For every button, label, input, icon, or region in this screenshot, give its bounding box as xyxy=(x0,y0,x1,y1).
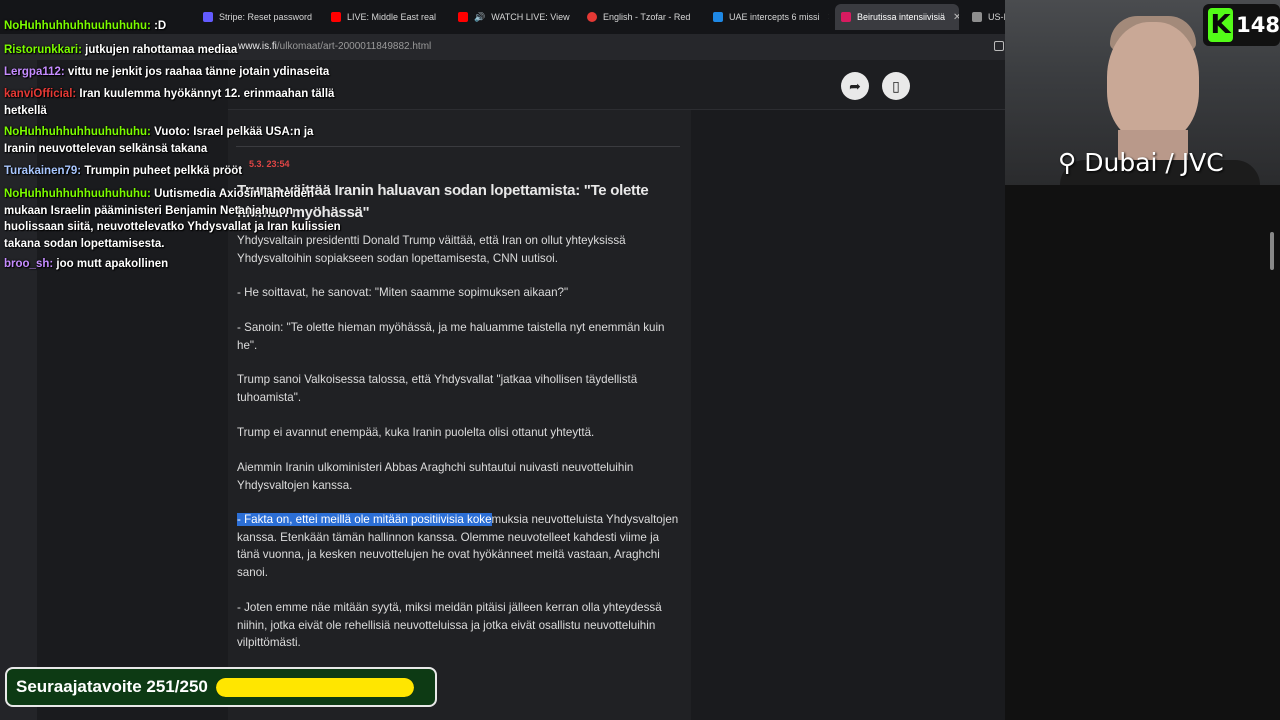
location-label: ⚲ Dubai / JVC xyxy=(1058,148,1224,177)
tzofar-favicon-icon xyxy=(587,12,597,22)
tab-title: English - Tzofar - Red xyxy=(603,12,691,22)
chat-text: joo mutt apakollinen xyxy=(53,258,169,270)
paragraph: Trump sanoi Valkoisessa talossa, että Yh… xyxy=(237,373,638,404)
chat-username[interactable]: NoHuhhuhhuhhuuhuhuhu: xyxy=(4,126,151,138)
kick-logo-icon: K xyxy=(1208,8,1234,42)
follower-goal-bar: Seuraajatavoite 251/250 xyxy=(5,667,437,707)
stream-background xyxy=(1005,185,1280,720)
paragraph: - Sanoin: "Te olette hieman myöhässä, ja… xyxy=(237,321,665,352)
chat-username[interactable]: kanviOfficial: xyxy=(4,88,76,100)
is-favicon-icon xyxy=(841,12,851,22)
paragraph: - He soittavat, he sanovat: "Miten saamm… xyxy=(237,286,569,299)
share-icon: ➦ xyxy=(849,77,861,94)
side-panel xyxy=(0,60,37,720)
tab[interactable]: US-Isr xyxy=(966,4,1005,30)
tab-title: US-Isr xyxy=(988,12,1005,22)
chat-username[interactable]: Ristorunkkari: xyxy=(4,44,82,56)
chat-message: Turakainen79: Trumpin puheet pelkkä pröö… xyxy=(4,163,344,180)
chat-text: :D xyxy=(150,20,167,32)
chat-message: Ristorunkkari: jutkujen rahottamaa media… xyxy=(4,42,344,59)
paragraph-highlighted: - Fakta on, ettei meillä ole mitään posi… xyxy=(237,511,682,581)
paragraph: Trump ei avannut enempää, kuka Iranin pu… xyxy=(237,426,595,439)
paragraph-text: - Fakta on, ettei meillä ole mitään posi… xyxy=(237,513,678,579)
paragraph: Aiemmin Iranin ulkoministeri Abbas Aragh… xyxy=(237,461,634,492)
goal-progress-fill xyxy=(215,677,414,697)
chat-username[interactable]: Lergpa112: xyxy=(4,66,65,78)
webcam-face xyxy=(1107,22,1199,142)
chat-message: NoHuhhuhhuhhuuhuhuhu: Uutismedia Axiosin… xyxy=(4,186,344,252)
chat-username[interactable]: NoHuhhuhhuhhuuhuhuhu: xyxy=(4,20,151,32)
bookmark-icon: ▯ xyxy=(892,77,900,94)
chat-username[interactable]: NoHuhhuhhuhhuuhuhuhu: xyxy=(4,188,151,200)
news-favicon-icon xyxy=(713,12,723,22)
scrollbar[interactable] xyxy=(1270,232,1274,270)
youtube-favicon-icon xyxy=(458,12,468,22)
viewer-count: 148 xyxy=(1236,13,1280,37)
chat-username[interactable]: Turakainen79: xyxy=(4,165,81,177)
extension-icon[interactable] xyxy=(994,41,1004,51)
share-button[interactable]: ➦ xyxy=(841,72,869,100)
chat-username[interactable]: broo_sh: xyxy=(4,258,53,270)
tab[interactable]: UAE intercepts 6 missi ✕ xyxy=(707,4,829,30)
chat-message: NoHuhhuhhuhhuuhuhuhu: Vuoto: Israel pelk… xyxy=(4,124,344,157)
tab-title: Beirutissa intensiivisiä xyxy=(857,12,946,22)
bookmark-button[interactable]: ▯ xyxy=(882,72,910,100)
stream-frame: Stripe: Reset password ✕ LIVE: Middle Ea… xyxy=(0,0,1280,720)
tab[interactable]: English - Tzofar - Red ✕ xyxy=(581,4,699,30)
tab-title: WATCH LIVE: View xyxy=(491,12,570,22)
news-favicon-icon xyxy=(972,12,982,22)
chat-text: jutkujen rahottamaa mediaa xyxy=(81,44,238,56)
chat-message: broo_sh: joo mutt apakollinen xyxy=(4,256,344,273)
chat-text: vittu ne jenkit jos raahaa tänne jotain … xyxy=(64,66,330,78)
paragraph: - Joten emme näe mitään syytä, miksi mei… xyxy=(237,601,662,649)
close-icon[interactable]: ✕ xyxy=(828,12,829,23)
tab-active[interactable]: Beirutissa intensiivisiä ✕ xyxy=(835,4,959,30)
chat-message: NoHuhhuhhuhhuuhuhuhu: :D xyxy=(4,18,344,35)
chat-message: Lergpa112: vittu ne jenkit jos raahaa tä… xyxy=(4,64,344,81)
close-icon[interactable]: ✕ xyxy=(698,12,699,23)
tab-title: UAE intercepts 6 missi xyxy=(729,12,820,22)
chat-text: Trumpin puheet pelkkä prööt xyxy=(81,165,243,177)
tab-title: LIVE: Middle East real xyxy=(347,12,437,22)
goal-progress-track xyxy=(215,677,414,697)
tab[interactable]: 🔊 WATCH LIVE: View ✕ xyxy=(452,4,570,30)
viewer-badge: K 148 xyxy=(1203,4,1280,46)
goal-label: Seuraajatavoite 251/250 xyxy=(16,677,208,696)
audio-icon: 🔊 xyxy=(474,11,486,22)
text-selection: - Fakta on, ettei meillä ole mitään posi… xyxy=(237,513,492,526)
close-icon[interactable]: ✕ xyxy=(953,12,959,23)
chat-message: kanviOfficial: Iran kuulemma hyökännyt 1… xyxy=(4,86,344,119)
